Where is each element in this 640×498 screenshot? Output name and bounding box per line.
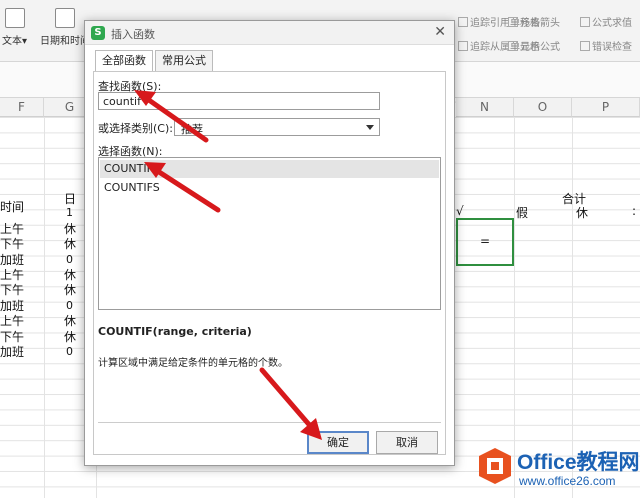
rest-header: 休: [576, 206, 589, 220]
watermark-brand: Office教程网: [517, 451, 640, 474]
row-label: 下午: [0, 237, 25, 251]
row-label: 上午: [0, 314, 25, 328]
row-value: 休: [64, 237, 77, 251]
check-mark: √: [456, 204, 464, 218]
insert-function-dialog: S 插入函数 ✕ 全部函数 常用公式 查找函数(S): countif 或选择类…: [84, 20, 455, 466]
column-header-n[interactable]: N: [456, 98, 514, 117]
divider: [98, 422, 441, 423]
function-description: 计算区域中满足给定条件的单元格的个数。: [98, 358, 288, 369]
time-header: 时间: [0, 200, 25, 214]
text-icon: [4, 8, 25, 28]
watermark-url: www.office26.com: [519, 474, 616, 488]
category-select[interactable]: 推荐: [174, 118, 380, 136]
row-value: 0: [66, 253, 73, 266]
list-item[interactable]: COUNTIF: [100, 160, 439, 178]
active-cell-value: =: [480, 234, 491, 248]
function-list[interactable]: COUNTIF COUNTIFS: [98, 157, 441, 310]
column-header-p[interactable]: P: [572, 98, 640, 117]
office-logo-icon: [479, 448, 511, 484]
row-value: 休: [64, 330, 77, 344]
tab-all-functions[interactable]: 全部函数: [95, 50, 153, 72]
chevron-down-icon: [366, 125, 374, 130]
colon-text: :: [632, 204, 637, 218]
function-search-input[interactable]: countif: [98, 92, 380, 110]
tab-common-formulas[interactable]: 常用公式: [155, 50, 213, 71]
trace-icon: [458, 41, 468, 51]
category-label: 或选择类别(C):: [98, 122, 173, 135]
dialog-panel: 查找函数(S): countif 或选择类别(C): 推荐 选择函数(N): C…: [93, 71, 446, 455]
remove-arrows-button[interactable]: 移去箭头: [508, 14, 560, 29]
ok-button[interactable]: 确定: [307, 431, 369, 454]
error-check-button[interactable]: 错误检查: [580, 38, 632, 53]
watermark: Office教程网 www.office26.com: [477, 444, 640, 494]
arrow-icon: [508, 17, 518, 27]
function-signature: COUNTIF(range, criteria): [98, 325, 252, 338]
row-value: 0: [66, 345, 73, 358]
text-function-button[interactable]: 文本▾: [2, 8, 27, 47]
dialog-title: 插入函数: [111, 28, 155, 41]
row-value: 0: [66, 299, 73, 312]
trace-icon: [458, 17, 468, 27]
formula-icon: [508, 41, 518, 51]
category-value: 推荐: [181, 123, 203, 136]
row-value: 休: [64, 283, 77, 297]
calendar-icon: [55, 8, 75, 28]
dialog-titlebar[interactable]: S 插入函数 ✕: [85, 21, 454, 45]
day-header: 日: [64, 192, 77, 206]
column-header-o[interactable]: O: [514, 98, 572, 117]
row-value: 休: [64, 314, 77, 328]
active-cell[interactable]: =: [456, 218, 514, 266]
cancel-button[interactable]: 取消: [376, 431, 438, 454]
leave-header: 假: [516, 206, 529, 220]
row-label: 加班: [0, 345, 25, 359]
error-icon: [580, 41, 590, 51]
day-number: 1: [66, 206, 73, 219]
show-formulas-button[interactable]: 显示公式: [508, 38, 560, 53]
evaluate-formula-button[interactable]: 公式求值: [580, 14, 632, 29]
column-header-f[interactable]: F: [0, 98, 44, 117]
list-item[interactable]: COUNTIFS: [100, 179, 439, 197]
date-time-function-button[interactable]: 日期和时间: [40, 8, 90, 47]
row-label: 下午: [0, 283, 25, 297]
wps-logo-icon: S: [91, 26, 105, 40]
evaluate-icon: [580, 17, 590, 27]
close-icon[interactable]: ✕: [434, 24, 446, 40]
